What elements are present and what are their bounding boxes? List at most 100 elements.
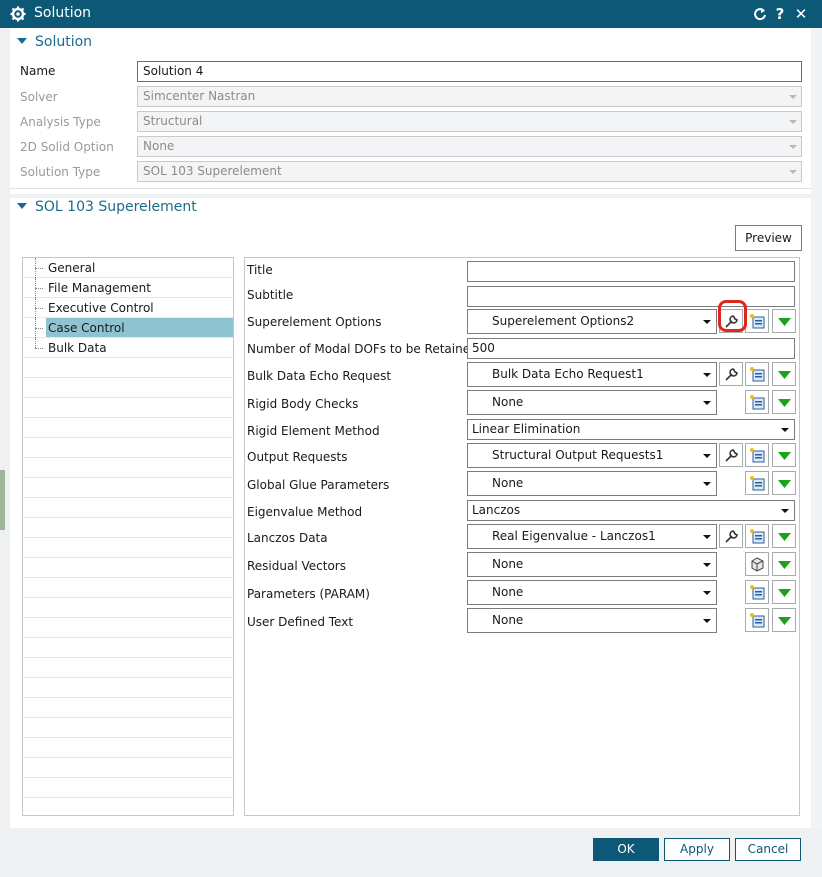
edit-wrench-button[interactable]: [719, 443, 743, 467]
create-button[interactable]: [745, 524, 769, 548]
create-button[interactable]: [745, 580, 769, 604]
create-modeling-object-icon: [750, 367, 765, 382]
create-modeling-object-icon: [750, 613, 765, 628]
glue-select[interactable]: None: [467, 471, 717, 496]
more-options-button[interactable]: [772, 309, 796, 333]
residual-select[interactable]: None: [467, 552, 717, 577]
create-modeling-object-icon: [749, 314, 765, 329]
create-button[interactable]: [745, 390, 769, 414]
window-title: Solution: [34, 5, 92, 21]
tree-item-label: Executive Control: [48, 301, 154, 315]
tree-item-case-control[interactable]: Case Control: [23, 318, 233, 338]
title-input[interactable]: [467, 261, 795, 282]
green-arrow-down-icon: [778, 399, 791, 407]
tree-item-label: File Management: [48, 281, 151, 295]
section-sol103-header[interactable]: SOL 103 Superelement: [17, 199, 197, 221]
analysis-type-label: Analysis Type: [20, 115, 101, 129]
tree-empty-row: [23, 758, 233, 778]
help-icon[interactable]: ?: [771, 4, 789, 24]
tree-empty-row: [23, 658, 233, 678]
tree-empty-row: [23, 518, 233, 538]
create-button[interactable]: [745, 552, 769, 576]
edit-wrench-button[interactable]: [719, 362, 743, 386]
green-arrow-down-icon: [778, 561, 791, 569]
lanczos-label: Lanczos Data: [247, 531, 328, 545]
chevron-down-icon: [781, 509, 789, 513]
glue-value: None: [492, 476, 524, 490]
user-defined-select[interactable]: None: [467, 608, 717, 633]
tree-connector: [35, 308, 43, 309]
create-modeling-object-icon: [750, 476, 765, 491]
tree-row: General: [23, 258, 233, 278]
tree-item-bulk-data[interactable]: Bulk Data: [23, 338, 233, 358]
tree-item-file-management[interactable]: File Management: [23, 278, 233, 298]
more-options-button[interactable]: [772, 471, 796, 495]
tree-empty-row: [23, 538, 233, 558]
more-options-button[interactable]: [772, 390, 796, 414]
name-value: Solution 4: [143, 64, 204, 78]
ok-button[interactable]: OK: [593, 838, 659, 861]
eigen-method-select[interactable]: Lanczos: [467, 500, 795, 521]
scrollbar-gutter[interactable]: [811, 28, 822, 828]
create-modeling-object-icon: [750, 395, 765, 410]
superelement-select[interactable]: Superelement Options2: [467, 309, 717, 334]
param-select[interactable]: None: [467, 580, 717, 605]
rigid-element-select[interactable]: Linear Elimination: [467, 419, 795, 440]
solution-type-value: SOL 103 Superelement: [143, 164, 282, 178]
create-button[interactable]: [745, 471, 769, 495]
close-icon[interactable]: ✕: [792, 4, 810, 24]
tree-connector: [35, 288, 43, 289]
preview-button[interactable]: Preview: [735, 225, 802, 251]
tree-empty-row: [23, 498, 233, 518]
divider: [10, 194, 811, 198]
create-button[interactable]: [745, 309, 769, 333]
green-arrow-down-icon: [778, 480, 791, 488]
lanczos-select[interactable]: Real Eigenvalue - Lanczos1: [467, 524, 717, 549]
more-options-button[interactable]: [772, 362, 796, 386]
edit-wrench-button[interactable]: [719, 524, 743, 548]
green-arrow-down-icon: [778, 452, 791, 460]
chevron-down-icon: [703, 482, 711, 486]
create-button[interactable]: [745, 443, 769, 467]
tree-connector: [35, 338, 36, 348]
tree-item-executive-control[interactable]: Executive Control: [23, 298, 233, 318]
rigid-element-value: Linear Elimination: [472, 422, 581, 436]
green-arrow-down-icon: [778, 617, 791, 625]
section-solution-header[interactable]: Solution: [17, 34, 92, 56]
tree-empty-row: [23, 718, 233, 738]
more-options-button[interactable]: [772, 524, 796, 548]
tree-empty-row: [23, 798, 233, 815]
tree-row: Case Control: [23, 318, 233, 338]
tree-empty-row: [23, 478, 233, 498]
superelement-value: Superelement Options2: [492, 314, 635, 328]
chevron-down-icon: [789, 120, 797, 124]
chevron-down-icon: [703, 454, 711, 458]
more-options-button[interactable]: [772, 580, 796, 604]
reset-icon[interactable]: [751, 4, 769, 24]
solver-select: Simcenter Nastran: [137, 86, 802, 107]
tree-item-label: General: [48, 261, 96, 275]
property-panel: Title Subtitle Superelement Options Supe…: [244, 257, 800, 816]
param-label: Parameters (PARAM): [247, 587, 370, 601]
output-requests-select[interactable]: Structural Output Requests1: [467, 443, 717, 468]
wrench-icon: [725, 449, 738, 462]
output-requests-value: Structural Output Requests1: [492, 448, 664, 462]
modal-dofs-input[interactable]: 500: [467, 338, 795, 359]
tree-empty-row: [23, 458, 233, 478]
more-options-button[interactable]: [772, 608, 796, 632]
title-label: Title: [247, 263, 273, 277]
rigid-body-select[interactable]: None: [467, 390, 717, 415]
create-button[interactable]: [745, 608, 769, 632]
tree-empty-row: [23, 618, 233, 638]
create-button[interactable]: [745, 362, 769, 386]
more-options-button[interactable]: [772, 552, 796, 576]
name-input[interactable]: Solution 4: [137, 61, 802, 82]
tree-empty-row: [23, 558, 233, 578]
cancel-button[interactable]: Cancel: [735, 838, 801, 861]
apply-button[interactable]: Apply: [664, 838, 730, 861]
bulk-echo-select[interactable]: Bulk Data Echo Request1: [467, 362, 717, 387]
eigen-method-label: Eigenvalue Method: [247, 505, 363, 519]
tree-item-general[interactable]: General: [23, 258, 233, 278]
more-options-button[interactable]: [772, 443, 796, 467]
wrench-icon: [725, 368, 738, 381]
